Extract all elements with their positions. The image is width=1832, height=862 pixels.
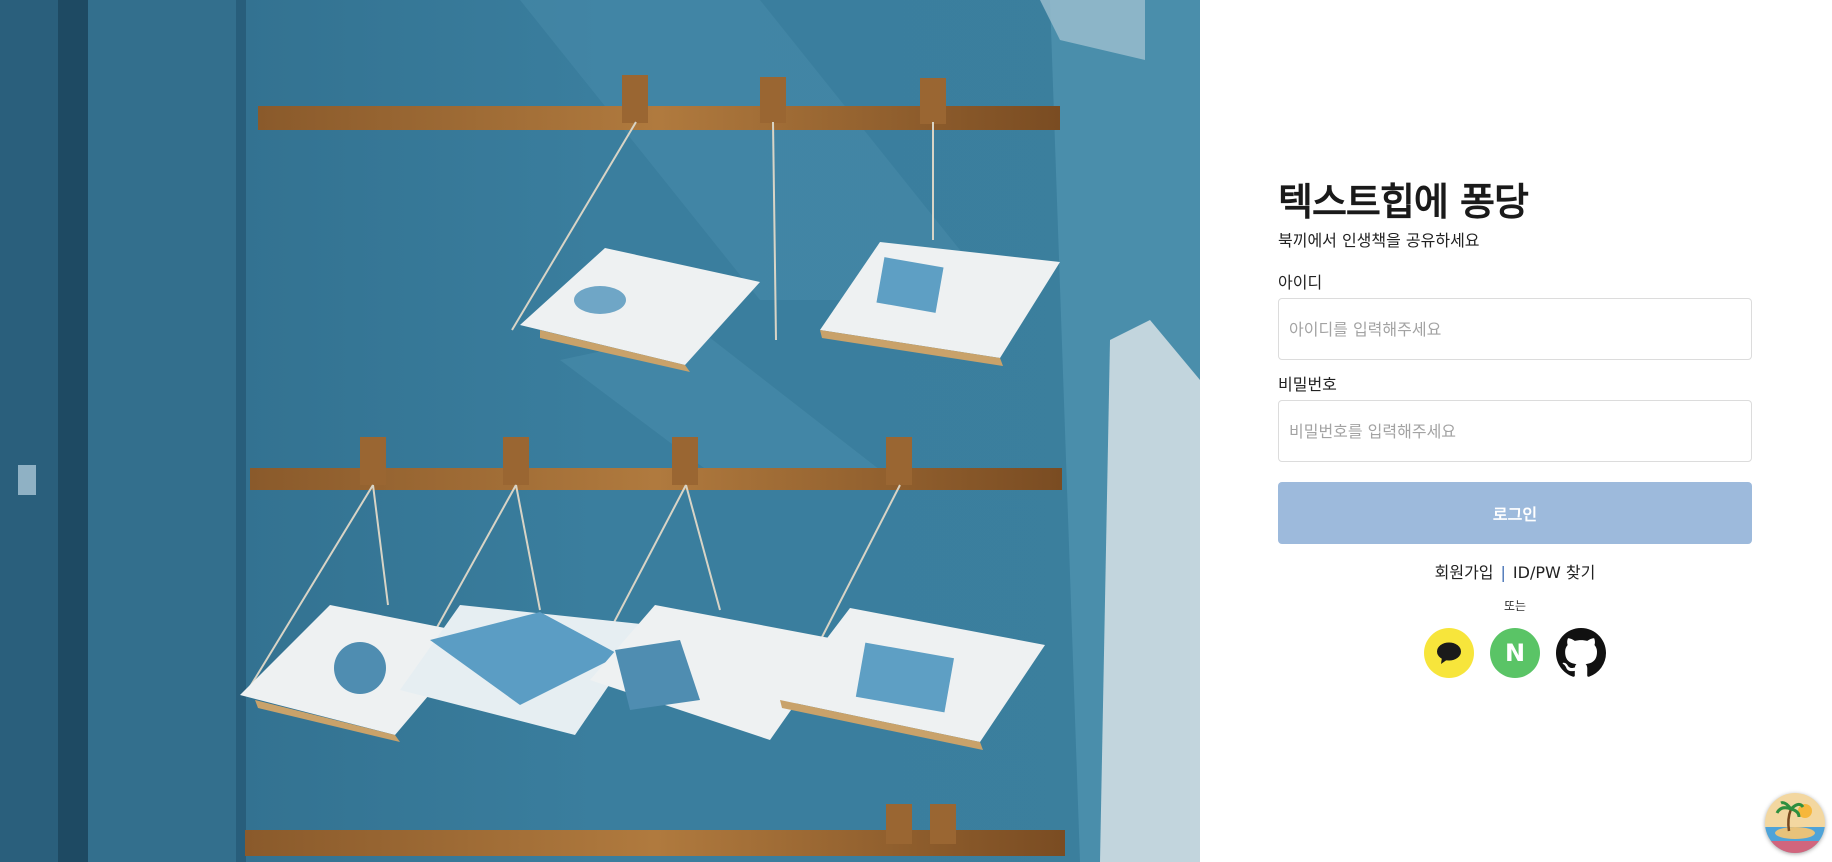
- speech-bubble-icon: [1437, 642, 1461, 664]
- naver-letter: N: [1504, 639, 1526, 667]
- social-login: N: [1278, 628, 1752, 678]
- page-title: 텍스트힙에 퐁당: [1278, 180, 1529, 224]
- page-subtitle: 북끼에서 인생책을 공유하세요: [1278, 231, 1480, 250]
- password-label: 비밀번호: [1278, 375, 1337, 394]
- find-account-link[interactable]: ID/PW 찾기: [1513, 563, 1595, 582]
- island-icon: [1765, 793, 1825, 853]
- account-links: 회원가입 | ID/PW 찾기: [1278, 562, 1752, 584]
- login-button[interactable]: 로그인: [1278, 482, 1752, 544]
- or-divider: 또는: [1503, 599, 1527, 613]
- link-separator: |: [1500, 563, 1506, 582]
- password-input[interactable]: [1279, 401, 1751, 461]
- password-field: [1278, 400, 1752, 462]
- id-field: [1278, 298, 1752, 360]
- floating-assistant-button[interactable]: [1765, 793, 1825, 853]
- hero-image: [0, 0, 1200, 862]
- naver-login-button[interactable]: N: [1490, 628, 1540, 678]
- signup-link[interactable]: 회원가입: [1435, 563, 1494, 582]
- kakao-login-button[interactable]: [1424, 628, 1474, 678]
- id-input[interactable]: [1279, 299, 1751, 359]
- login-panel: 텍스트힙에 퐁당 북끼에서 인생책을 공유하세요 아이디 비밀번호 로그인 회원…: [1200, 0, 1832, 862]
- github-icon: [1556, 628, 1606, 677]
- github-login-button[interactable]: [1556, 628, 1606, 678]
- login-form: 텍스트힙에 퐁당 북끼에서 인생책을 공유하세요 아이디 비밀번호 로그인 회원…: [1278, 176, 1752, 678]
- id-label: 아이디: [1278, 273, 1323, 292]
